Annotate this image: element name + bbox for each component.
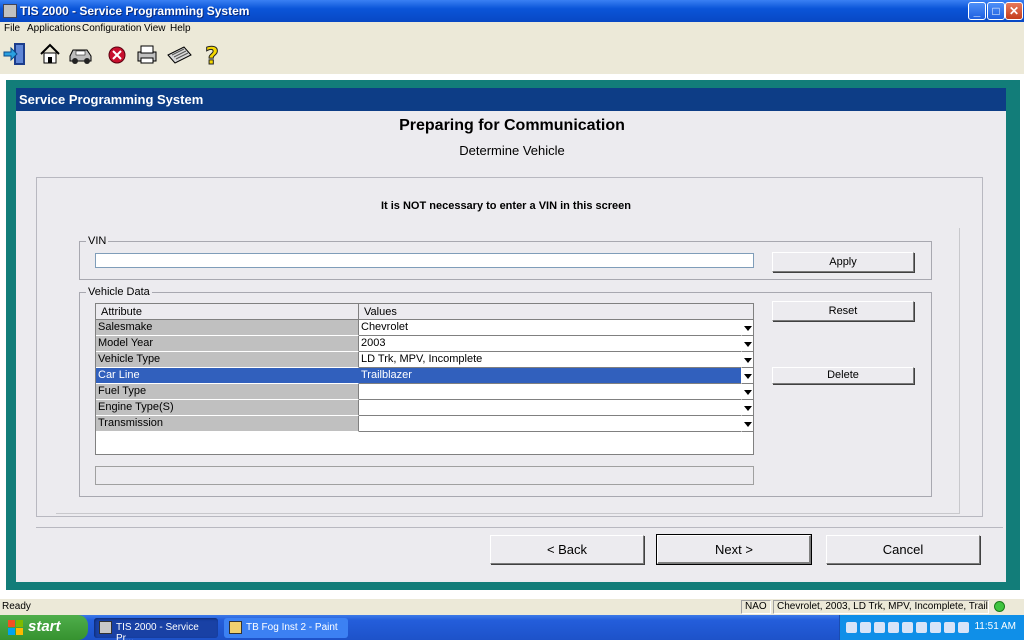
start-label: start xyxy=(28,618,61,635)
connection-status-icon xyxy=(994,601,1005,612)
system-tray: 11:51 AM xyxy=(839,615,1024,640)
maximize-button[interactable]: □ xyxy=(987,2,1005,20)
table-row[interactable]: Fuel Type xyxy=(96,384,753,400)
vehicle-data-legend: Vehicle Data xyxy=(86,286,152,298)
value-select[interactable] xyxy=(359,416,741,432)
tray-icon[interactable] xyxy=(916,622,927,633)
vehicle-icon[interactable] xyxy=(68,41,94,67)
start-button[interactable]: start xyxy=(0,615,88,640)
delete-button[interactable]: Delete xyxy=(772,367,914,384)
menu-applications[interactable]: Applications xyxy=(27,23,81,34)
paint-app-icon xyxy=(229,621,242,634)
tray-icon[interactable] xyxy=(930,622,941,633)
table-row[interactable]: Transmission xyxy=(96,416,753,432)
dropdown-arrow-icon[interactable] xyxy=(741,368,753,384)
apply-button[interactable]: Apply xyxy=(772,252,914,272)
column-header-attribute[interactable]: Attribute xyxy=(96,304,359,320)
volume-icon[interactable] xyxy=(958,622,969,633)
task-tis2000[interactable]: TIS 2000 - Service Pr... xyxy=(94,618,218,640)
status-bar: Ready NAO Chevrolet, 2003, LD Trk, MPV, … xyxy=(0,598,1024,614)
shield-icon[interactable] xyxy=(860,622,871,633)
attribute-cell: Fuel Type xyxy=(96,384,359,400)
region-indicator: NAO xyxy=(741,600,771,614)
attribute-cell: Engine Type(S) xyxy=(96,400,359,416)
table-row[interactable]: Vehicle Type LD Trk, MPV, Incomplete xyxy=(96,352,753,368)
dropdown-arrow-icon[interactable] xyxy=(741,384,753,400)
vehicle-summary: Chevrolet, 2003, LD Trk, MPV, Incomplete… xyxy=(773,600,989,614)
value-select[interactable] xyxy=(359,384,741,400)
close-button[interactable]: ✕ xyxy=(1005,2,1023,20)
menu-view[interactable]: View xyxy=(144,23,166,34)
stop-icon[interactable] xyxy=(104,41,130,67)
taskbar: start TIS 2000 - Service Pr... TB Fog In… xyxy=(0,615,1024,640)
page-subtitle: Determine Vehicle xyxy=(459,143,565,158)
table-row-selected[interactable]: Car Line Trailblazer xyxy=(96,368,753,384)
vin-legend: VIN xyxy=(86,235,109,247)
windows-logo-icon xyxy=(8,620,23,635)
title-bar[interactable]: TIS 2000 - Service Programming System _ … xyxy=(0,0,1024,22)
table-row[interactable]: Model Year 2003 xyxy=(96,336,753,352)
window-title: TIS 2000 - Service Programming System xyxy=(20,4,250,18)
minimize-button[interactable]: _ xyxy=(968,2,986,20)
value-select[interactable]: Chevrolet xyxy=(359,320,741,336)
value-select[interactable]: LD Trk, MPV, Incomplete xyxy=(359,352,741,368)
attribute-cell: Transmission xyxy=(96,416,359,432)
clock[interactable]: 11:51 AM xyxy=(974,621,1016,632)
dropdown-arrow-icon[interactable] xyxy=(741,336,753,352)
page-title: Preparing for Communication xyxy=(399,117,625,134)
menu-configuration[interactable]: Configuration xyxy=(82,23,141,34)
value-select[interactable] xyxy=(359,400,741,416)
separator xyxy=(36,527,1003,528)
toolbar: ? xyxy=(0,38,1024,72)
attribute-cell: Model Year xyxy=(96,336,359,352)
tray-icon[interactable] xyxy=(846,622,857,633)
attribute-cell: Car Line xyxy=(96,368,359,384)
back-button[interactable]: < Back xyxy=(490,535,644,564)
menu-help[interactable]: Help xyxy=(170,23,191,34)
column-header-values[interactable]: Values xyxy=(359,304,753,320)
print-icon[interactable] xyxy=(134,41,160,67)
table-row[interactable]: Salesmake Chevrolet xyxy=(96,320,753,336)
next-button[interactable]: Next > xyxy=(656,534,812,565)
tray-icon[interactable] xyxy=(874,622,885,633)
dropdown-arrow-icon[interactable] xyxy=(741,320,753,336)
attribute-cell: Vehicle Type xyxy=(96,352,359,368)
message-field xyxy=(95,466,754,485)
tray-icon[interactable] xyxy=(944,622,955,633)
task-label: TB Fog Inst 2 - Paint xyxy=(246,622,338,633)
vin-input[interactable] xyxy=(95,253,754,268)
exit-icon[interactable] xyxy=(2,41,28,67)
value-select[interactable]: Trailblazer xyxy=(359,368,741,384)
svg-text:?: ? xyxy=(205,42,219,67)
attribute-cell: Salesmake xyxy=(96,320,359,336)
menu-bar: File Applications Configuration View Hel… xyxy=(0,22,1024,36)
task-paint[interactable]: TB Fog Inst 2 - Paint xyxy=(224,618,348,638)
keyboard-icon[interactable] xyxy=(166,41,192,67)
network-icon[interactable] xyxy=(888,622,899,633)
value-select[interactable]: 2003 xyxy=(359,336,741,352)
menu-file[interactable]: File xyxy=(4,23,20,34)
table-row[interactable]: Engine Type(S) xyxy=(96,400,753,416)
task-label: TIS 2000 - Service Pr... xyxy=(116,622,199,640)
help-icon[interactable]: ? xyxy=(200,41,226,68)
cancel-button[interactable]: Cancel xyxy=(826,535,980,564)
dropdown-arrow-icon[interactable] xyxy=(741,400,753,416)
vin-notice: It is NOT necessary to enter a VIN in th… xyxy=(380,200,632,212)
home-icon[interactable] xyxy=(37,41,63,67)
status-text: Ready xyxy=(2,601,31,612)
dropdown-arrow-icon[interactable] xyxy=(741,352,753,368)
dropdown-arrow-icon[interactable] xyxy=(741,416,753,432)
reset-button[interactable]: Reset xyxy=(772,301,914,321)
vehicle-data-table: Attribute Values Salesmake Chevrolet Mod… xyxy=(95,303,754,455)
tray-icon[interactable] xyxy=(902,622,913,633)
tis-app-icon xyxy=(99,621,112,634)
app-icon[interactable] xyxy=(3,4,17,18)
panel-header: Service Programming System xyxy=(16,88,1006,111)
